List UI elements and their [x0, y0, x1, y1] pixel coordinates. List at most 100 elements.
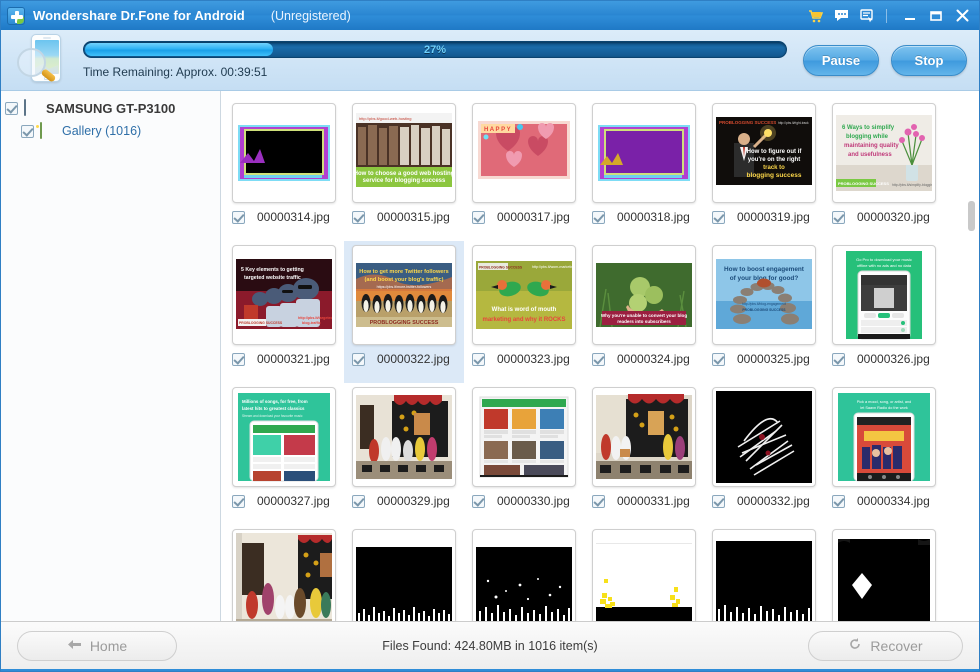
svg-text:5 Key elements to getting: 5 Key elements to getting	[241, 267, 304, 273]
thumbnail-cell[interactable]: 00000318.jpg	[584, 99, 704, 241]
thumbnail-cell[interactable]: PROBLOGGING SUCCESS http://pbs.lt/wom-ma…	[464, 241, 584, 383]
thumbnail-checkbox[interactable]	[352, 495, 365, 508]
thumbnail-checkbox[interactable]	[832, 353, 845, 366]
thumbnail-checkbox[interactable]	[712, 353, 725, 366]
thumbnail-cell[interactable]: Pick a mood, song, or artist, and let Sa…	[824, 383, 944, 525]
thumbnail-cell[interactable]: PROBLOGGING SUCCESS http://pbs.lt/right-…	[704, 99, 824, 241]
thumbnail-cell[interactable]: http://pbs.lt/good-web-hosting How to ch…	[344, 99, 464, 241]
thumbnail-image[interactable]	[832, 529, 936, 621]
pause-button[interactable]: Pause	[803, 45, 879, 76]
thumbnail-image[interactable]: Pick a mood, song, or artist, and let Sa…	[832, 387, 936, 487]
gallery-checkbox[interactable]	[21, 125, 34, 138]
maximize-icon[interactable]	[923, 5, 949, 27]
thumbnail-cell[interactable]: 00000332.jpg	[704, 383, 824, 525]
thumbnail-image[interactable]: http://pbs.lt/good-web-hosting How to ch…	[352, 103, 456, 203]
svg-text:http://pbs.lt/right-track: http://pbs.lt/right-track	[778, 121, 809, 125]
thumbnail-image[interactable]	[472, 529, 576, 621]
feedback-icon[interactable]	[854, 5, 880, 27]
thumbnail-image[interactable]	[712, 529, 816, 621]
thumbnail-image[interactable]	[472, 387, 576, 487]
thumbnail-cell[interactable]	[464, 525, 584, 621]
thumbnail-checkbox[interactable]	[352, 211, 365, 224]
svg-text:let Saavn Radio do the work: let Saavn Radio do the work	[860, 406, 908, 410]
home-button[interactable]: Home	[17, 631, 177, 661]
thumbnail-checkbox[interactable]	[832, 211, 845, 224]
svg-text:Millions of songs, for free, f: Millions of songs, for free, from	[242, 399, 308, 404]
svg-text:maintaining quality: maintaining quality	[844, 143, 899, 149]
thumbnail-checkbox[interactable]	[592, 353, 605, 366]
chat-bubble-icon[interactable]	[828, 5, 854, 27]
thumbnail-footer: 00000326.jpg	[824, 352, 944, 366]
thumbnail-footer: 00000315.jpg	[344, 210, 464, 224]
thumbnail-image[interactable]	[352, 387, 456, 487]
thumbnail-cell[interactable]: 5 Key elements to getting targeted websi…	[224, 241, 344, 383]
thumbnail-cell[interactable]	[344, 525, 464, 621]
thumbnail-cell[interactable]	[224, 525, 344, 621]
sidebar-item-gallery[interactable]: Gallery (1016)	[1, 119, 220, 143]
device-checkbox[interactable]	[5, 102, 18, 115]
thumbnail-checkbox[interactable]	[352, 353, 365, 366]
svg-text:readers into subscribers: readers into subscribers	[617, 319, 671, 324]
thumbnail-cell[interactable]: 00000330.jpg	[464, 383, 584, 525]
thumbnail-image[interactable]: Millions of songs, for free, from latest…	[232, 387, 336, 487]
svg-text:you're on the right: you're on the right	[748, 157, 800, 163]
thumbnail-image[interactable]	[712, 387, 816, 487]
thumbnail-image[interactable]	[232, 103, 336, 203]
thumbnail-cell[interactable]: Go Pro to download your music offline wi…	[824, 241, 944, 383]
thumbnail-checkbox[interactable]	[592, 211, 605, 224]
shopping-cart-icon[interactable]	[802, 5, 828, 27]
thumbnail-image[interactable]: 5 Key elements to getting targeted websi…	[232, 245, 336, 345]
minimize-icon[interactable]	[897, 5, 923, 27]
close-icon[interactable]	[949, 5, 975, 27]
thumbnail-footer: 00000325.jpg	[704, 352, 824, 366]
thumbnail-image[interactable]: PROBLOGGING SUCCESS http://pbs.lt/right-…	[712, 103, 816, 203]
thumbnail-image[interactable]: Go Pro to download your music offline wi…	[832, 245, 936, 345]
thumbnail-image[interactable]: How to boost engagement of your blog for…	[712, 245, 816, 345]
thumbnail-checkbox[interactable]	[712, 495, 725, 508]
thumbnail-image[interactable]: PROBLOGGING SUCCESS http://pbs.lt/wom-ma…	[472, 245, 576, 345]
thumbnail-checkbox[interactable]	[832, 495, 845, 508]
thumbnail-cell[interactable]: 6 Ways to simplify blogging while mainta…	[824, 99, 944, 241]
title-bar: Wondershare Dr.Fone for Android (Unregis…	[1, 1, 979, 30]
stop-button[interactable]: Stop	[891, 45, 967, 76]
thumbnail-footer: 00000317.jpg	[464, 210, 584, 224]
thumbnail-checkbox[interactable]	[232, 495, 245, 508]
thumbnail-footer: 00000319.jpg	[704, 210, 824, 224]
svg-text:How to figure out if: How to figure out if	[747, 149, 803, 155]
thumbnail-cell[interactable]: 00000329.jpg	[344, 383, 464, 525]
thumbnail-image[interactable]	[592, 387, 696, 487]
thumbnail-cell[interactable]: Why you're unable to convert your blog r…	[584, 241, 704, 383]
thumbnail-checkbox[interactable]	[232, 353, 245, 366]
thumbnail-cell[interactable]: How to get more Twitter followers (and b…	[344, 241, 464, 383]
thumbnail-image[interactable]	[592, 103, 696, 203]
grid-scrollbar-thumb[interactable]	[968, 201, 975, 231]
thumbnail-cell[interactable]: How to boost engagement of your blog for…	[704, 241, 824, 383]
sidebar-item-device[interactable]: SAMSUNG GT-P3100	[1, 97, 220, 119]
thumbnail-checkbox[interactable]	[712, 211, 725, 224]
thumbnail-image[interactable]	[352, 529, 456, 621]
thumbnail-image[interactable]: 6 Ways to simplify blogging while mainta…	[832, 103, 936, 203]
svg-text:PROBLOGGING SUCCESS: PROBLOGGING SUCCESS	[370, 320, 439, 326]
thumbnail-cell[interactable]	[824, 525, 944, 621]
thumbnail-cell[interactable]: 00000314.jpg	[224, 99, 344, 241]
thumbnail-image[interactable]: How to get more Twitter followers (and b…	[352, 245, 456, 345]
grid-scrollbar[interactable]	[966, 93, 977, 619]
thumbnail-image[interactable]: Why you're unable to convert your blog r…	[592, 245, 696, 345]
thumbnail-checkbox[interactable]	[472, 353, 485, 366]
thumbnail-cell[interactable]: H A P P Y 00000317.jpg	[464, 99, 584, 241]
thumbnail-footer: 00000321.jpg	[224, 352, 344, 366]
thumbnail-checkbox[interactable]	[592, 495, 605, 508]
thumbnail-image[interactable]	[592, 529, 696, 621]
thumbnail-cell[interactable]	[704, 525, 824, 621]
recover-button[interactable]: Recover	[808, 631, 963, 661]
thumbnail-checkbox[interactable]	[232, 211, 245, 224]
thumbnail-grid-pane[interactable]: 00000314.jpg http://pbs.lt/good-web-host…	[221, 91, 979, 621]
thumbnail-cell[interactable]: Millions of songs, for free, from latest…	[224, 383, 344, 525]
thumbnail-cell[interactable]	[584, 525, 704, 621]
thumbnail-checkbox[interactable]	[472, 211, 485, 224]
thumbnail-filename: 00000324.jpg	[617, 352, 690, 366]
thumbnail-checkbox[interactable]	[472, 495, 485, 508]
thumbnail-cell[interactable]: 00000331.jpg	[584, 383, 704, 525]
thumbnail-image[interactable]	[232, 529, 336, 621]
thumbnail-image[interactable]: H A P P Y	[472, 103, 576, 203]
